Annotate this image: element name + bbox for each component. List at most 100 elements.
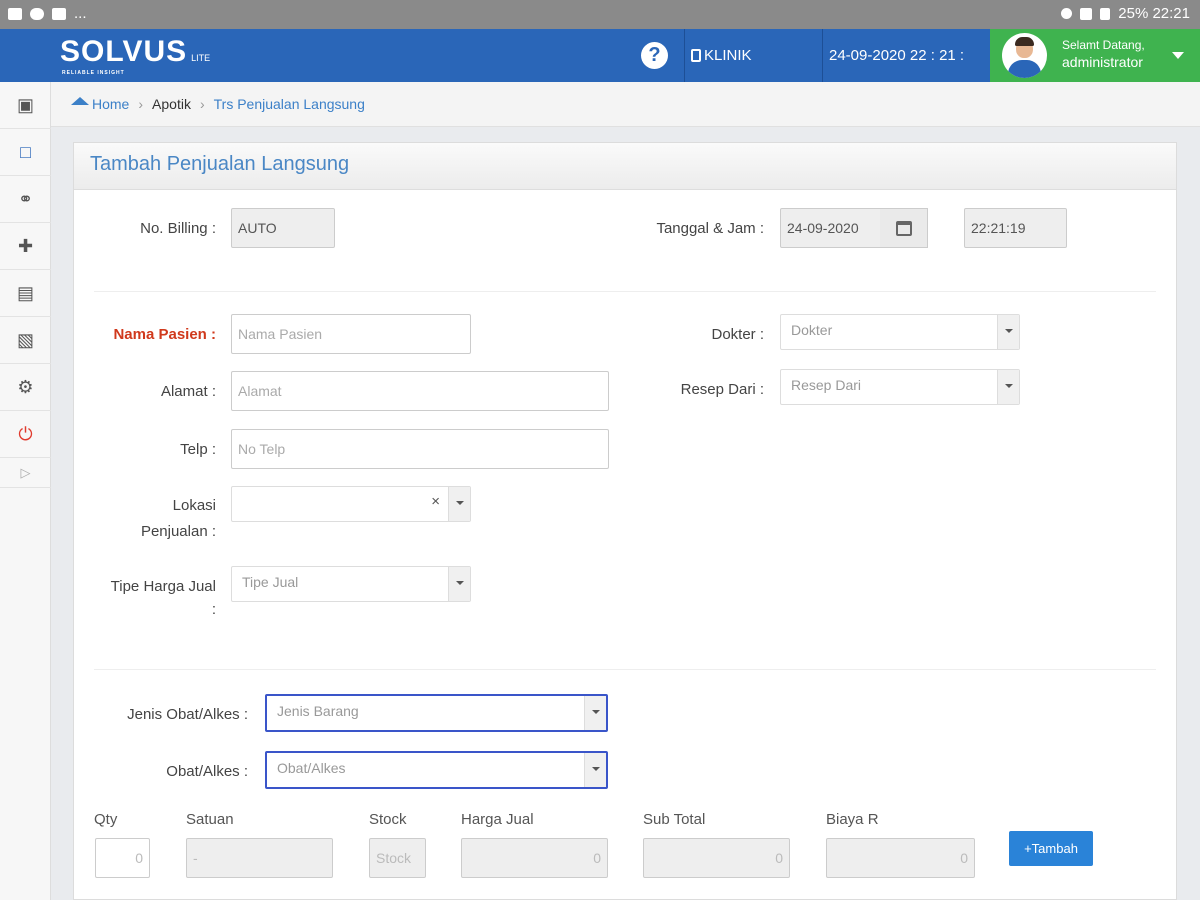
- logo-suffix: LITE: [191, 53, 211, 63]
- top-header: SOLVUSLITE RELIABLE INSIGHT ? KLINIK DEF…: [0, 29, 1200, 117]
- stock-label: Stock: [369, 811, 407, 828]
- android-status-bar: ... 25% 22:21: [0, 0, 1200, 29]
- harga-input[interactable]: 0: [461, 838, 608, 878]
- caret-down-icon: [1172, 52, 1184, 59]
- wifi-icon: [1080, 7, 1093, 20]
- stethoscope-icon: ⚭: [17, 188, 34, 209]
- alarm-icon: [1061, 8, 1073, 19]
- user-menu[interactable]: Selamt Datang, administrator: [990, 29, 1200, 82]
- gears-icon: ⚙: [17, 376, 34, 397]
- obat-select[interactable]: Obat/Alkes: [265, 751, 608, 789]
- chevron-down-icon: [448, 567, 470, 601]
- cloud-icon: [30, 7, 44, 20]
- help-icon[interactable]: ?: [641, 42, 668, 69]
- obat-value: Obat/Alkes: [277, 760, 346, 776]
- tipe-harga-value: Tipe Jual: [242, 574, 299, 590]
- satuan-label: Satuan: [186, 811, 234, 828]
- battery-clock: 25% 22:21: [1118, 5, 1190, 22]
- gallery-icon: [8, 7, 22, 20]
- qty-input[interactable]: 0: [95, 838, 150, 878]
- chevron-down-icon: [584, 753, 606, 787]
- alamat-label: Alamat :: [160, 383, 216, 400]
- dokter-value: Dokter: [791, 322, 833, 338]
- phone-input[interactable]: No Telp: [231, 429, 609, 469]
- obat-label: Obat/Alkes :: [166, 763, 248, 780]
- chevron-down-icon: [997, 315, 1019, 349]
- dokter-label: Dokter :: [711, 326, 764, 343]
- lokasi-label-line2: Penjualan :: [140, 523, 216, 540]
- clinic-selector[interactable]: KLINIK DEFAULT: [684, 29, 822, 117]
- play-icon: [52, 7, 66, 20]
- billing-label: No. Billing :: [140, 220, 216, 237]
- jenis-obat-value: Jenis Barang: [277, 703, 359, 719]
- divider: [94, 291, 1156, 292]
- resep-label: Resep Dari :: [680, 381, 764, 398]
- divider: [94, 669, 1156, 670]
- calendar-icon: [896, 221, 912, 236]
- sidebar-collapse[interactable]: ▷: [0, 458, 51, 488]
- breadcrumb-apotik[interactable]: Apotik: [152, 96, 191, 112]
- address-input[interactable]: Alamat: [231, 371, 609, 411]
- power-icon: ⏻: [18, 423, 33, 444]
- home-icon: [71, 97, 89, 105]
- time-input[interactable]: 22:21:19: [964, 208, 1067, 248]
- clipboard-icon: [691, 49, 701, 62]
- sidebar-item-book[interactable]: ▧: [0, 317, 51, 364]
- jenis-obat-select[interactable]: Jenis Barang: [265, 694, 608, 732]
- medkit-icon: ✚: [17, 235, 34, 256]
- chevron-down-icon: [997, 370, 1019, 404]
- resep-value: Resep Dari: [791, 377, 862, 393]
- calendar-button[interactable]: [880, 208, 928, 248]
- avatar: [1002, 33, 1047, 78]
- date-input[interactable]: 24-09-2020: [780, 208, 882, 248]
- biaya-input[interactable]: 0: [826, 838, 975, 878]
- clear-icon[interactable]: ×: [431, 487, 440, 517]
- resep-select[interactable]: Resep Dari: [780, 369, 1020, 405]
- sidebar-item-briefcase[interactable]: ▣: [0, 82, 51, 129]
- tipe-label-line2: :: [211, 601, 216, 618]
- stock-input[interactable]: Stock: [369, 838, 426, 878]
- chevron-down-icon: [584, 696, 606, 730]
- billing-input[interactable]: AUTO: [231, 208, 335, 248]
- collapse-icon: ▷: [20, 464, 31, 480]
- briefcase-icon: ▣: [16, 94, 34, 115]
- username-text: administrator: [1062, 54, 1143, 70]
- nama-label: Nama Pasien :: [113, 326, 216, 343]
- logo-text: SOLVUS: [60, 35, 188, 68]
- signal-icon: [1100, 7, 1111, 20]
- app-logo[interactable]: SOLVUS LITE RELIABLE INSIGHT: [60, 35, 211, 76]
- monitor-icon: □: [20, 141, 31, 162]
- book-icon: ▧: [16, 329, 34, 350]
- add-item-button[interactable]: +Tambah: [1009, 831, 1093, 866]
- status-more: ...: [74, 5, 87, 22]
- biaya-label: Biaya R: [826, 811, 879, 828]
- patient-name-input[interactable]: Nama Pasien: [231, 314, 471, 354]
- sidebar: ▣ □ ⚭ ✚ ▤ ▧ ⚙ ⏻ ▷: [0, 82, 51, 900]
- dokter-select[interactable]: Dokter: [780, 314, 1020, 350]
- chevron-down-icon: [448, 487, 470, 521]
- sidebar-item-logout[interactable]: ⏻: [0, 411, 51, 458]
- harga-label: Harga Jual: [461, 811, 534, 828]
- breadcrumb-home[interactable]: Home: [92, 96, 129, 112]
- money-icon: ▤: [16, 282, 34, 303]
- lokasi-label-line1: Lokasi: [172, 497, 216, 514]
- satuan-input[interactable]: -: [186, 838, 333, 878]
- telp-label: Telp :: [180, 441, 216, 458]
- tanggal-label: Tanggal & Jam :: [656, 220, 764, 237]
- subtotal-input[interactable]: 0: [643, 838, 790, 878]
- sidebar-item-money[interactable]: ▤: [0, 270, 51, 317]
- header-clock: 24-09-2020 22 : 21 : 24: [822, 29, 990, 117]
- tipe-label-line1: Tipe Harga Jual: [110, 578, 216, 595]
- tipe-harga-select[interactable]: Tipe Jual: [231, 566, 471, 602]
- sidebar-item-medkit[interactable]: ✚: [0, 223, 51, 270]
- qty-label: Qty: [94, 811, 118, 828]
- sidebar-item-settings[interactable]: ⚙: [0, 364, 51, 411]
- form-panel: Tambah Penjualan Langsung No. Billing : …: [73, 142, 1177, 900]
- sidebar-item-stethoscope[interactable]: ⚭: [0, 176, 51, 223]
- sidebar-item-monitor[interactable]: □: [0, 129, 51, 176]
- greeting-text: Selamt Datang,: [1062, 38, 1145, 52]
- subtotal-label: Sub Total: [643, 811, 706, 828]
- page-title: Tambah Penjualan Langsung: [74, 143, 1176, 190]
- lokasi-select[interactable]: ×: [231, 486, 471, 522]
- breadcrumb-current[interactable]: Trs Penjualan Langsung: [214, 96, 365, 112]
